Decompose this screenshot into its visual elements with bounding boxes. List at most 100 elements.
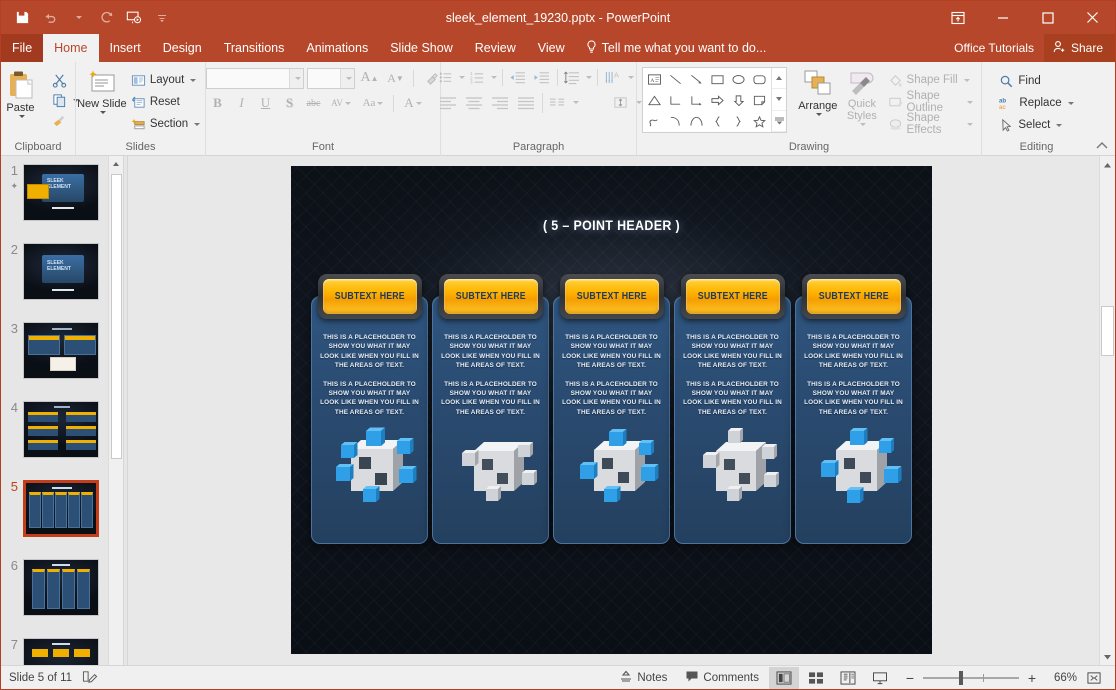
font-name-caret-down-icon[interactable] [289,69,303,88]
thumbnail-scroll-up-icon[interactable] [109,156,123,171]
select-button[interactable]: Select [995,114,1077,136]
account-name[interactable]: Office Tutorials [944,34,1044,62]
font-name-combo[interactable] [206,68,304,89]
tab-view[interactable]: View [527,34,576,62]
quick-styles-button[interactable]: Quick Styles [840,67,883,126]
card-badge[interactable]: SUBTEXT HERE [560,274,664,319]
customize-qat-icon[interactable] [149,6,175,30]
tab-design[interactable]: Design [152,34,213,62]
editor-vertical-scrollbar[interactable] [1099,156,1115,665]
zoom-in-button[interactable]: + [1024,670,1040,686]
card-panel[interactable]: THIS IS A PLACEHOLDER TO SHOW YOU WHAT I… [674,296,791,544]
line-spacing-button[interactable] [561,67,583,88]
shape-triangle-icon[interactable] [644,90,665,111]
align-text-button[interactable] [609,92,633,113]
align-left-button[interactable] [435,92,461,113]
gallery-scroll-down-icon[interactable] [772,89,786,110]
numbering-button[interactable]: 123 [467,67,488,88]
shape-left-brace-icon[interactable] [707,111,728,132]
new-slide-button[interactable]: New Slide [77,67,127,114]
increase-indent-button[interactable] [530,67,554,88]
justify-button[interactable] [513,92,539,113]
bullets-button[interactable] [435,67,456,88]
layout-button[interactable]: Layout [127,69,204,91]
shape-outline-caret-down-icon[interactable] [967,101,973,104]
slide-show-view-button[interactable] [865,667,895,689]
underline-button[interactable]: U [254,92,277,114]
notes-button[interactable]: Notes [611,667,675,689]
gallery-more-icon[interactable] [772,111,786,132]
arrange-caret-down-icon[interactable] [816,113,822,116]
thumbnail-slide-3[interactable]: 3 [1,314,123,393]
card-3[interactable]: SUBTEXT HERE THIS IS A PLACEHOLDER TO SH… [553,274,670,544]
card-text-1[interactable]: THIS IS A PLACEHOLDER TO SHOW YOU WHAT I… [803,333,904,371]
tab-transitions[interactable]: Transitions [213,34,296,62]
cube-graphic[interactable] [319,423,420,507]
strikethrough-button[interactable]: abc [302,92,325,114]
card-text-2[interactable]: THIS IS A PLACEHOLDER TO SHOW YOU WHAT I… [319,380,420,418]
font-size-caret-down-icon[interactable] [340,69,354,88]
shape-elbow-connector-icon[interactable] [665,90,686,111]
card-text-2[interactable]: THIS IS A PLACEHOLDER TO SHOW YOU WHAT I… [561,380,662,418]
shape-effects-button[interactable]: Shape Effects [884,113,977,135]
shape-effects-caret-down-icon[interactable] [967,123,973,126]
save-icon[interactable] [9,6,35,30]
card-panel[interactable]: THIS IS A PLACEHOLDER TO SHOW YOU WHAT I… [311,296,428,544]
card-text-1[interactable]: THIS IS A PLACEHOLDER TO SHOW YOU WHAT I… [319,333,420,371]
paste-caret-down-icon[interactable] [19,115,25,118]
italic-button[interactable]: I [230,92,253,114]
tab-insert[interactable]: Insert [99,34,152,62]
maximize-icon[interactable] [1025,1,1070,34]
shapes-gallery[interactable]: A [642,67,787,133]
increase-font-size-button[interactable]: A▲ [358,67,381,89]
shape-rounded-rectangle-icon[interactable] [749,69,770,90]
columns-button[interactable] [546,92,570,113]
character-spacing-button[interactable]: AV [326,92,356,114]
font-color-button[interactable]: A [398,92,428,114]
section-button[interactable]: Section [127,113,204,135]
cube-graphic[interactable] [440,423,541,507]
slide-canvas[interactable]: ( 5 – POINT HEADER ) SUBTEXT HERE THIS I… [291,166,932,654]
change-case-button[interactable]: Aa [357,92,389,114]
fit-to-window-button[interactable] [1079,667,1109,689]
thumbnail-slide-7[interactable]: 7 [1,630,123,665]
paste-button[interactable]: Paste [0,67,48,118]
shape-rectangle-icon[interactable] [707,69,728,90]
shape-outline-button[interactable]: Shape Outline [884,91,977,113]
card-text-1[interactable]: THIS IS A PLACEHOLDER TO SHOW YOU WHAT I… [440,333,541,371]
columns-caret-down-icon[interactable] [570,92,581,113]
bullets-caret-down-icon[interactable] [456,67,467,88]
close-icon[interactable] [1070,1,1115,34]
tab-home[interactable]: Home [43,34,98,62]
comments-button[interactable]: Comments [677,667,767,689]
tab-slide-show[interactable]: Slide Show [379,34,464,62]
card-text-2[interactable]: THIS IS A PLACEHOLDER TO SHOW YOU WHAT I… [682,380,783,418]
shape-scribble-icon[interactable] [644,111,665,132]
slide-title[interactable]: ( 5 – POINT HEADER ) [317,218,907,233]
card-badge[interactable]: SUBTEXT HERE [681,274,785,319]
thumbnail-scroll-thumb[interactable] [111,174,122,459]
card-panel[interactable]: THIS IS A PLACEHOLDER TO SHOW YOU WHAT I… [795,296,912,544]
slide-surface[interactable]: ( 5 – POINT HEADER ) SUBTEXT HERE THIS I… [291,166,932,654]
card-badge[interactable]: SUBTEXT HERE [318,274,422,319]
zoom-slider-handle[interactable] [959,671,963,685]
card-5[interactable]: SUBTEXT HERE THIS IS A PLACEHOLDER TO SH… [795,274,912,544]
slide-counter[interactable]: Slide 5 of 11 [9,672,72,684]
normal-view-button[interactable] [769,667,799,689]
tell-me-search[interactable]: Tell me what you want to do... [576,34,777,62]
reading-view-button[interactable] [833,667,863,689]
layout-caret-down-icon[interactable] [190,79,196,82]
shape-line-icon[interactable] [665,69,686,90]
numbering-caret-down-icon[interactable] [488,67,499,88]
thumbnail-slide-6[interactable]: 6 [1,551,123,630]
decrease-indent-button[interactable] [506,67,530,88]
replace-button[interactable]: abac Replace [995,92,1077,114]
text-shadow-button[interactable]: S [278,92,301,114]
start-presentation-icon[interactable] [121,6,147,30]
line-spacing-caret-down-icon[interactable] [583,67,594,88]
undo-icon[interactable] [37,6,63,30]
shape-arc-icon[interactable] [686,111,707,132]
tab-review[interactable]: Review [464,34,527,62]
card-badge[interactable]: SUBTEXT HERE [802,274,906,319]
shape-folded-corner-icon[interactable] [749,90,770,111]
